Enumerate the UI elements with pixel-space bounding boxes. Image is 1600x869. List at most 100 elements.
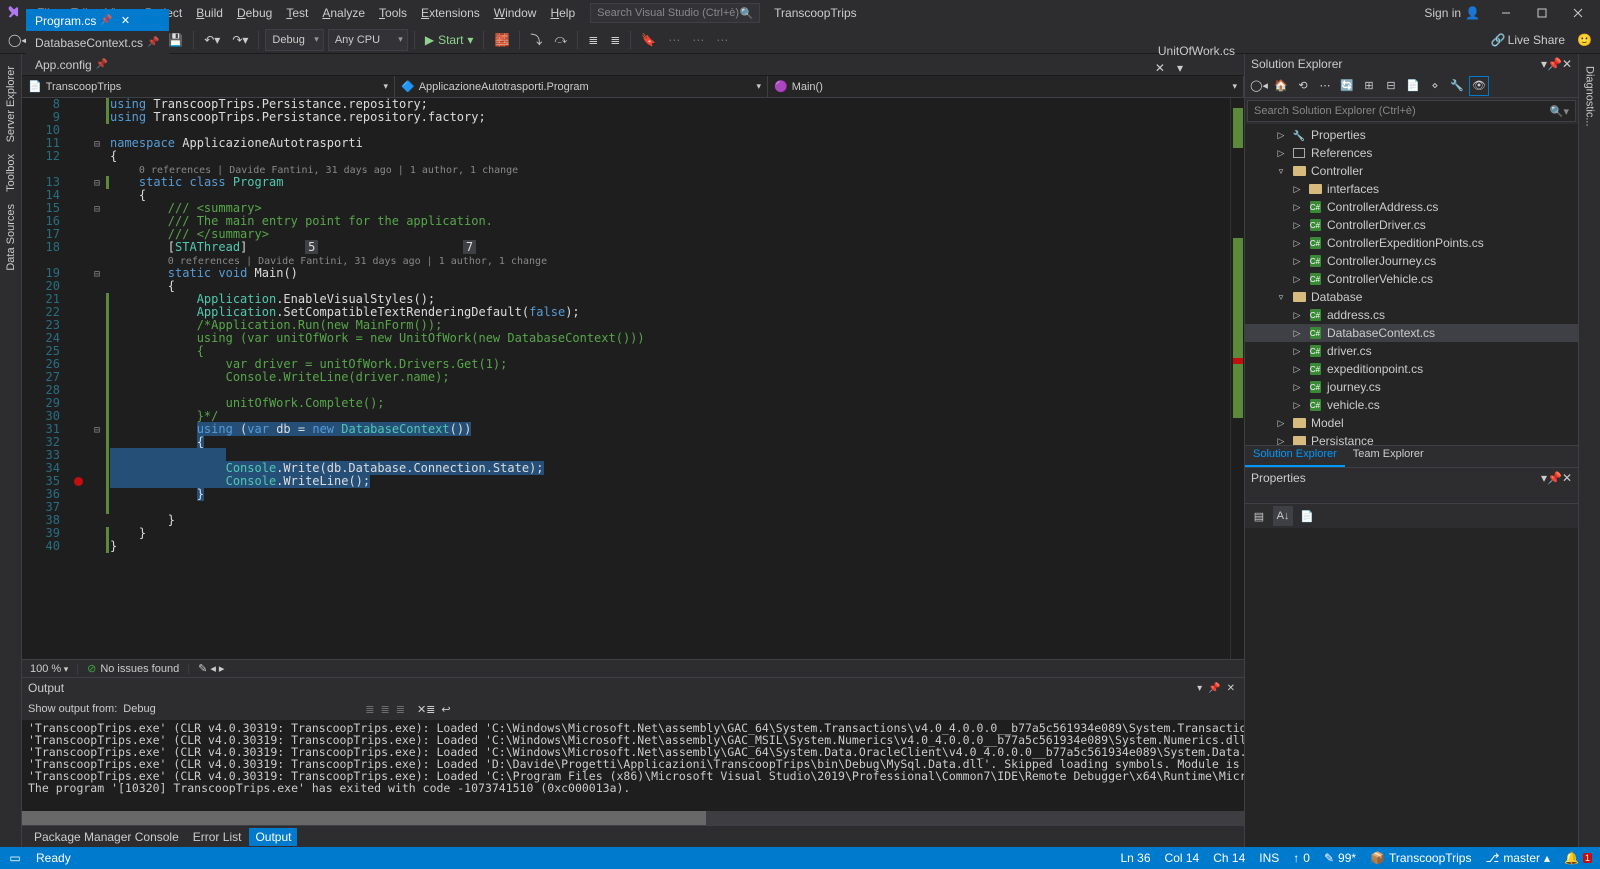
- tree-node-references[interactable]: ▷References: [1245, 144, 1578, 162]
- window-maximize-button[interactable]: [1524, 0, 1560, 26]
- bottom-tab-error-list[interactable]: Error List: [187, 828, 248, 846]
- tree-node-controllerexpeditionpoints-cs[interactable]: ▷C#ControllerExpeditionPoints.cs: [1245, 234, 1578, 252]
- status-branch[interactable]: ⎇ master ▴: [1485, 851, 1550, 865]
- tree-node-driver-cs[interactable]: ▷C#driver.cs: [1245, 342, 1578, 360]
- properties-grid[interactable]: [1245, 528, 1578, 847]
- nav-scope-dropdown[interactable]: 🔷 ApplicazioneAutotrasporti.Program▾: [395, 76, 768, 97]
- doc-tab-program-cs[interactable]: Program.cs📌✕: [26, 9, 169, 31]
- output-btn-3[interactable]: ≣: [396, 703, 405, 716]
- output-btn-2[interactable]: ≣: [381, 703, 390, 716]
- tb-btn-6[interactable]: ⋯: [712, 31, 732, 49]
- zoom-dropdown[interactable]: 100 %: [30, 663, 68, 675]
- tree-node-vehicle-cs[interactable]: ▷C#vehicle.cs: [1245, 396, 1578, 414]
- menu-help[interactable]: Help: [543, 6, 582, 20]
- side-tab-server-explorer[interactable]: Server Explorer: [3, 60, 19, 148]
- tree-node-databasecontext-cs[interactable]: ▷C#DatabaseContext.cs: [1245, 324, 1578, 342]
- panel-close-icon[interactable]: ✕: [1224, 683, 1238, 694]
- side-tab-data-sources[interactable]: Data Sources: [3, 198, 19, 277]
- error-indicator[interactable]: ⊘ No issues found: [87, 662, 179, 675]
- tb-btn-3[interactable]: ≣: [606, 31, 624, 49]
- se-sync-button[interactable]: ⟲: [1293, 76, 1313, 96]
- bottom-tab-output[interactable]: Output: [249, 828, 297, 846]
- output-wrap-button[interactable]: ↩: [441, 703, 450, 716]
- se-preview-button[interactable]: 👁: [1469, 76, 1489, 96]
- output-source-dropdown[interactable]: Debug: [123, 703, 353, 715]
- tab-team-explorer[interactable]: Team Explorer: [1345, 446, 1432, 467]
- status-notifications[interactable]: 🔔1: [1564, 851, 1592, 865]
- props-categorized-button[interactable]: ▤: [1249, 506, 1269, 526]
- output-clear-button[interactable]: ✕≣: [417, 703, 435, 716]
- menu-test[interactable]: Test: [279, 6, 315, 20]
- tb-btn-5[interactable]: ⋯: [688, 31, 708, 49]
- nav-member-dropdown[interactable]: 🟣 Main()▾: [768, 76, 1244, 97]
- solution-explorer-search[interactable]: Search Solution Explorer (Ctrl+è) 🔍▾: [1247, 100, 1576, 122]
- undo-button[interactable]: ↶▾: [200, 31, 224, 49]
- pin-icon[interactable]: 📌: [96, 59, 108, 70]
- doc-tab-overflow[interactable]: ▾: [1171, 61, 1189, 75]
- menu-debug[interactable]: Debug: [230, 6, 279, 20]
- tb-btn-4[interactable]: ⋯: [664, 31, 684, 49]
- doc-tab-unitofwork-cs[interactable]: UnitOfWork.cs: [1149, 39, 1244, 61]
- doc-tab-databasecontext-cs[interactable]: DatabaseContext.cs📌: [26, 31, 169, 53]
- se-pin-icon[interactable]: 📌: [1547, 57, 1562, 71]
- props-pin-icon[interactable]: 📌: [1547, 471, 1562, 485]
- feedback-button[interactable]: 🙂: [1573, 31, 1596, 49]
- redo-button[interactable]: ↷▾: [228, 31, 252, 49]
- output-btn-1[interactable]: ≣: [365, 703, 374, 716]
- tb-btn-1[interactable]: 🧱: [490, 31, 513, 49]
- config-dropdown[interactable]: Debug: [265, 29, 323, 51]
- window-close-button[interactable]: [1560, 0, 1596, 26]
- close-icon[interactable]: ✕: [1149, 61, 1171, 75]
- side-tab-toolbox[interactable]: Toolbox: [3, 148, 19, 198]
- doc-tab-app-config[interactable]: App.config📌: [26, 53, 169, 75]
- se-properties-button[interactable]: 🔧: [1447, 76, 1467, 96]
- se-collapse-button[interactable]: ⊟: [1381, 76, 1401, 96]
- overview-ruler[interactable]: [1230, 98, 1244, 659]
- live-share-button[interactable]: 🔗 Live Share: [1487, 31, 1569, 49]
- status-push[interactable]: ↑ 0: [1293, 851, 1310, 865]
- se-home-button[interactable]: 🏠: [1271, 76, 1291, 96]
- bottom-tab-package-manager-console[interactable]: Package Manager Console: [28, 828, 185, 846]
- quick-launch-search[interactable]: Search Visual Studio (Ctrl+è) 🔍: [590, 3, 760, 23]
- se-close-icon[interactable]: ✕: [1562, 57, 1572, 71]
- tab-solution-explorer[interactable]: Solution Explorer: [1245, 446, 1345, 467]
- se-btn-6[interactable]: ⊞: [1359, 76, 1379, 96]
- tree-node-controllerjourney-cs[interactable]: ▷C#ControllerJourney.cs: [1245, 252, 1578, 270]
- tree-node-properties[interactable]: ▷Properties: [1245, 126, 1578, 144]
- tb-btn-2[interactable]: ≣: [584, 31, 602, 49]
- output-hscrollbar[interactable]: [22, 811, 1244, 825]
- panel-pin-icon[interactable]: 📌: [1205, 683, 1223, 694]
- status-pending[interactable]: ✎ 99*: [1324, 851, 1356, 865]
- tree-node-model[interactable]: ▷Model: [1245, 414, 1578, 432]
- sign-in-button[interactable]: Sign in 👤: [1424, 6, 1480, 20]
- side-tab-diagnostic[interactable]: Diagnostic...: [1582, 60, 1598, 133]
- props-pages-button[interactable]: 📄: [1297, 506, 1317, 526]
- step-into-button[interactable]: ⤵: [526, 29, 546, 50]
- props-object-combo[interactable]: [1245, 488, 1578, 504]
- start-debug-button[interactable]: ▶ Start ▾: [421, 31, 478, 49]
- menu-tools[interactable]: Tools: [372, 6, 414, 20]
- se-showall-button[interactable]: 📄: [1403, 76, 1423, 96]
- panel-dropdown-icon[interactable]: ▾: [1194, 683, 1205, 694]
- tree-node-interfaces[interactable]: ▷interfaces: [1245, 180, 1578, 198]
- menu-build[interactable]: Build: [189, 6, 230, 20]
- tree-node-controllerdriver-cs[interactable]: ▷C#ControllerDriver.cs: [1245, 216, 1578, 234]
- props-alphabetical-button[interactable]: A↓: [1273, 506, 1293, 526]
- nav-prev-button[interactable]: ✎ ◂ ▸: [198, 662, 224, 675]
- pin-icon[interactable]: 📌: [100, 15, 112, 26]
- se-btn-9[interactable]: ⋄: [1425, 76, 1445, 96]
- menu-window[interactable]: Window: [487, 6, 544, 20]
- code-editor[interactable]: 8using TranscoopTrips.Persistance.reposi…: [22, 98, 1230, 659]
- window-minimize-button[interactable]: [1488, 0, 1524, 26]
- menu-analyze[interactable]: Analyze: [315, 6, 372, 20]
- menu-extensions[interactable]: Extensions: [414, 6, 487, 20]
- output-text[interactable]: 'TranscoopTrips.exe' (CLR v4.0.30319: Tr…: [22, 720, 1244, 811]
- tree-node-journey-cs[interactable]: ▷C#journey.cs: [1245, 378, 1578, 396]
- pin-icon[interactable]: 📌: [147, 37, 159, 48]
- step-over-button[interactable]: ⤼: [550, 30, 571, 49]
- nav-project-dropdown[interactable]: 📄 TranscoopTrips▾: [22, 76, 395, 97]
- tree-node-controller[interactable]: ▿Controller: [1245, 162, 1578, 180]
- tree-node-persistance[interactable]: ▷Persistance: [1245, 432, 1578, 445]
- se-back-button[interactable]: ◯◂: [1249, 76, 1269, 96]
- bookmark-button[interactable]: 🔖: [637, 31, 660, 49]
